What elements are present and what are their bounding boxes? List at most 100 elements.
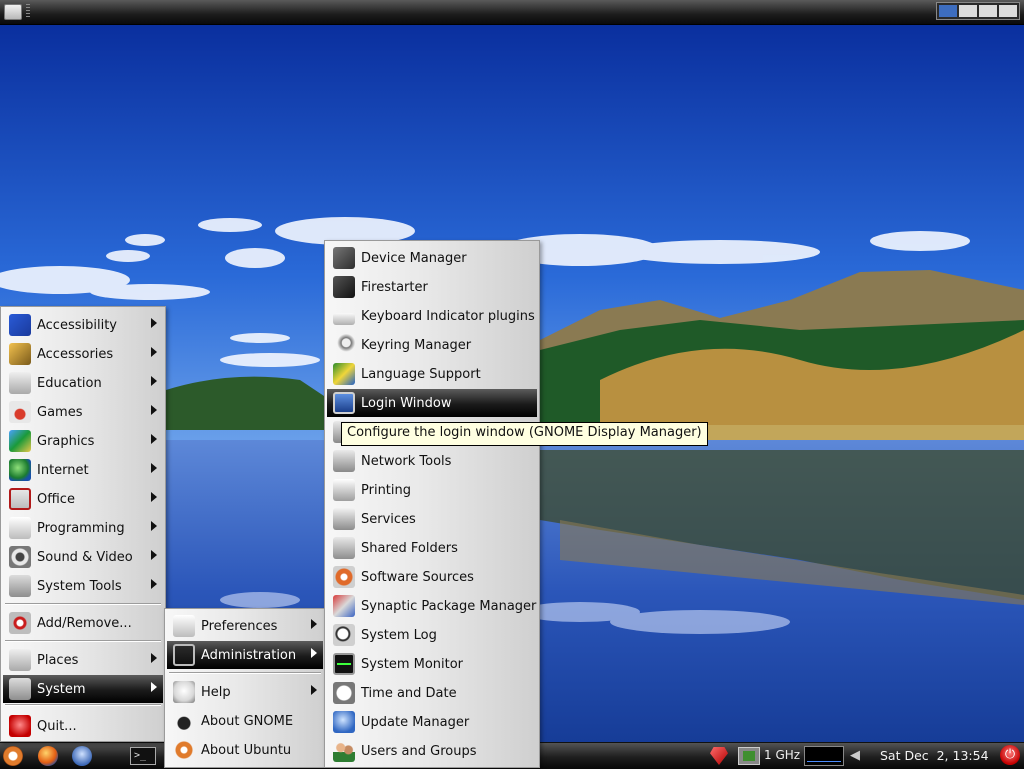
menu-item-places[interactable]: Places <box>3 646 163 674</box>
menu-item-about-gnome[interactable]: About GNOME <box>167 707 323 735</box>
system-log-icon <box>333 624 355 646</box>
menu-item-accessories[interactable]: Accessories <box>3 340 163 368</box>
submenu-arrow-icon <box>151 579 157 589</box>
menu-item-language-support[interactable]: Language Support <box>327 360 537 388</box>
menu-item-login-window[interactable]: Login Window <box>327 389 537 417</box>
menu-item-label: Device Manager <box>361 250 467 266</box>
software-sources-icon <box>333 566 355 588</box>
menu-item-software-sources[interactable]: Software Sources <box>327 563 537 591</box>
menu-item-label: Preferences <box>201 618 278 634</box>
menu-item-label: System <box>37 681 86 697</box>
cpu-load-graph[interactable] <box>804 746 844 766</box>
office-icon <box>9 488 31 510</box>
menu-item-administration[interactable]: Administration <box>167 641 323 669</box>
menu-item-system-tools[interactable]: System Tools <box>3 572 163 600</box>
menu-item-label: System Monitor <box>361 656 464 672</box>
system-submenu: Preferences Administration Help About GNOME… <box>164 608 326 768</box>
menu-item-sound-video[interactable]: Sound & Video <box>3 543 163 571</box>
submenu-arrow-icon <box>151 550 157 560</box>
menu-item-games[interactable]: Games <box>3 398 163 426</box>
menu-item-label: Network Tools <box>361 453 452 469</box>
menu-item-add-remove[interactable]: Add/Remove... <box>3 609 163 637</box>
menu-item-label: Quit... <box>37 718 77 734</box>
workspace-switcher[interactable] <box>936 2 1020 20</box>
administration-submenu: Device Manager Firestarter Keyboard Indica… <box>324 240 540 768</box>
menu-item-label: About Ubuntu <box>201 742 292 758</box>
menu-item-label: Time and Date <box>361 685 457 701</box>
menu-item-label: Keyboard Indicator plugins <box>361 308 535 324</box>
firefox-icon[interactable] <box>38 746 58 766</box>
menu-item-label: Keyring Manager <box>361 337 472 353</box>
preferences-icon <box>173 615 195 637</box>
device-manager-icon <box>333 247 355 269</box>
menu-item-keyboard-indicator-plugins[interactable]: Keyboard Indicator plugins <box>327 302 537 330</box>
menu-item-system[interactable]: System <box>3 675 163 703</box>
main-menu: Accessibility Accessories Education Games Gr… <box>0 306 166 742</box>
menu-item-accessibility[interactable]: Accessibility <box>3 311 163 339</box>
menu-item-education[interactable]: Education <box>3 369 163 397</box>
menu-item-internet[interactable]: Internet <box>3 456 163 484</box>
menu-item-label: Office <box>37 491 75 507</box>
system-icon <box>9 678 31 700</box>
menu-item-label: Services <box>361 511 416 527</box>
menu-separator <box>5 640 161 642</box>
services-icon <box>333 508 355 530</box>
menu-item-system-log[interactable]: System Log <box>327 621 537 649</box>
menu-item-time-and-date[interactable]: Time and Date <box>327 679 537 707</box>
terminal-launcher-button[interactable]: >_ <box>130 747 156 765</box>
language-icon <box>333 363 355 385</box>
menu-item-label: Sound & Video <box>37 549 133 565</box>
volume-icon[interactable]: ◀︎ <box>850 748 860 763</box>
add-remove-icon <box>9 612 31 634</box>
keyring-icon <box>333 334 355 356</box>
menu-item-label: Shared Folders <box>361 540 458 556</box>
menu-item-office[interactable]: Office <box>3 485 163 513</box>
menu-item-preferences[interactable]: Preferences <box>167 612 323 640</box>
shutdown-icon[interactable]: ⏻ <box>1000 745 1020 765</box>
workspace-3[interactable] <box>979 5 997 17</box>
submenu-arrow-icon <box>151 405 157 415</box>
menu-item-label: Update Manager <box>361 714 470 730</box>
menu-item-printing[interactable]: Printing <box>327 476 537 504</box>
programming-icon <box>9 517 31 539</box>
network-tools-icon <box>333 450 355 472</box>
menu-item-firestarter[interactable]: Firestarter <box>327 273 537 301</box>
menu-item-users-and-groups[interactable]: Users and Groups <box>327 737 537 765</box>
web-browser-icon[interactable] <box>72 746 92 766</box>
menu-item-network-tools[interactable]: Network Tools <box>327 447 537 475</box>
clock[interactable]: Sat Dec 2, 13:54 <box>880 748 989 763</box>
menu-item-help[interactable]: Help <box>167 678 323 706</box>
menu-item-synaptic-package-manager[interactable]: Synaptic Package Manager <box>327 592 537 620</box>
menu-item-label: Accessories <box>37 346 114 362</box>
menu-item-quit[interactable]: Quit... <box>3 712 163 740</box>
ruby-gem-icon[interactable] <box>710 747 728 765</box>
menu-item-label: System Tools <box>37 578 122 594</box>
submenu-arrow-icon <box>151 376 157 386</box>
menu-item-keyring-manager[interactable]: Keyring Manager <box>327 331 537 359</box>
workspace-2[interactable] <box>959 5 977 17</box>
menu-item-update-manager[interactable]: Update Manager <box>327 708 537 736</box>
main-menu-icon[interactable] <box>4 4 22 20</box>
menu-item-about-ubuntu[interactable]: About Ubuntu <box>167 736 323 764</box>
gnome-foot-icon <box>173 710 195 732</box>
menu-item-system-monitor[interactable]: System Monitor <box>327 650 537 678</box>
ubuntu-logo-icon[interactable] <box>3 746 23 766</box>
workspace-1[interactable] <box>939 5 957 17</box>
workspace-4[interactable] <box>999 5 1017 17</box>
menu-item-label: Help <box>201 684 231 700</box>
menu-item-shared-folders[interactable]: Shared Folders <box>327 534 537 562</box>
battery-icon[interactable] <box>738 747 760 765</box>
menu-item-label: System Log <box>361 627 437 643</box>
submenu-arrow-icon <box>151 653 157 663</box>
menu-item-services[interactable]: Services <box>327 505 537 533</box>
accessibility-icon <box>9 314 31 336</box>
panel-drag-handle[interactable] <box>26 4 30 18</box>
menu-item-device-manager[interactable]: Device Manager <box>327 244 537 272</box>
games-icon <box>9 401 31 423</box>
cpu-frequency-label[interactable]: 1 GHz <box>764 748 800 762</box>
places-icon <box>9 649 31 671</box>
menu-item-programming[interactable]: Programming <box>3 514 163 542</box>
menu-item-label: Accessibility <box>37 317 117 333</box>
menu-item-label: About GNOME <box>201 713 294 729</box>
menu-item-graphics[interactable]: Graphics <box>3 427 163 455</box>
